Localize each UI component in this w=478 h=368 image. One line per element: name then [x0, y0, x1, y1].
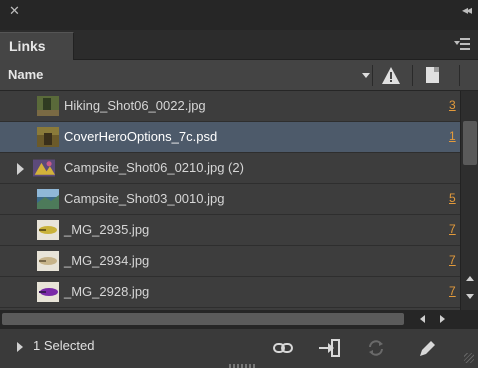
panel-menu-icon[interactable] — [454, 37, 470, 51]
links-panel: ✕ ◂◂ Links Name Hiking_Shot06_0022.jpg 3… — [0, 0, 478, 368]
selection-status: 1 Selected — [33, 338, 95, 353]
link-name: _MG_2935.jpg — [64, 222, 150, 237]
sort-arrow-icon[interactable] — [362, 73, 370, 78]
thumbnail-image — [37, 220, 59, 240]
column-divider[interactable] — [459, 65, 460, 86]
panel-title-strip: ✕ ◂◂ — [0, 0, 478, 30]
vertical-scrollbar[interactable] — [460, 91, 478, 310]
panel-footer: 1 Selected — [0, 328, 478, 368]
links-list: Hiking_Shot06_0022.jpg 3 CoverHeroOption… — [0, 91, 460, 310]
update-link-icon[interactable] — [365, 338, 387, 358]
link-name: _MG_2934.jpg — [64, 253, 150, 268]
thumbnail-image — [37, 251, 59, 271]
thumbnail-image — [37, 189, 59, 209]
thumbnail-image — [37, 127, 59, 147]
link-page-number[interactable]: 3 — [449, 98, 456, 112]
link-name: Campsite_Shot03_0010.jpg — [64, 191, 225, 206]
resize-corner[interactable] — [464, 353, 474, 363]
vertical-scroll-thumb[interactable] — [463, 121, 477, 165]
link-page-number[interactable]: 7 — [449, 253, 456, 267]
page-icon[interactable] — [426, 67, 439, 83]
tab-bar: Links — [0, 30, 478, 60]
tab-links-label: Links — [9, 38, 46, 54]
link-row[interactable]: Hiking_Shot06_0022.jpg 3 — [0, 91, 460, 122]
horizontal-scroll-thumb[interactable] — [2, 313, 404, 325]
tab-links[interactable]: Links — [0, 32, 74, 60]
horizontal-scrollbar[interactable] — [0, 310, 478, 328]
link-row[interactable]: _MG_2935.jpg 7 — [0, 215, 460, 246]
scroll-up-icon[interactable] — [466, 276, 474, 281]
link-row[interactable]: _MG_2928.jpg 7 — [0, 277, 460, 308]
link-page-number[interactable]: 7 — [449, 284, 456, 298]
column-divider[interactable] — [412, 65, 413, 86]
thumbnail-image — [33, 159, 55, 177]
scroll-down-icon[interactable] — [466, 294, 474, 299]
scroll-right-icon[interactable] — [440, 315, 445, 323]
link-row-group[interactable]: Campsite_Shot06_0210.jpg (2) — [0, 153, 460, 184]
column-header: Name — [0, 60, 478, 91]
go-to-link-icon[interactable] — [318, 338, 340, 358]
warning-icon[interactable] — [381, 66, 401, 85]
close-icon[interactable]: ✕ — [9, 3, 20, 19]
edit-original-icon[interactable] — [416, 338, 438, 358]
link-name: CoverHeroOptions_7c.psd — [64, 129, 218, 144]
thumbnail-image — [37, 96, 59, 116]
link-info-toggle-icon[interactable] — [17, 342, 23, 352]
thumbnail-image — [37, 282, 59, 302]
expand-triangle-icon[interactable] — [17, 163, 24, 175]
scroll-left-icon[interactable] — [420, 315, 425, 323]
link-name: _MG_2928.jpg — [64, 284, 150, 299]
link-name: Hiking_Shot06_0022.jpg — [64, 98, 206, 113]
link-row-selected[interactable]: CoverHeroOptions_7c.psd 1 — [0, 122, 460, 153]
relink-icon[interactable] — [272, 338, 294, 358]
link-row[interactable]: Campsite_Shot03_0010.jpg 5 — [0, 184, 460, 215]
link-row[interactable]: _MG_2934.jpg 7 — [0, 246, 460, 277]
column-name-label[interactable]: Name — [8, 67, 43, 82]
column-divider[interactable] — [372, 65, 373, 86]
link-page-number[interactable]: 1 — [449, 129, 456, 143]
link-page-number[interactable]: 7 — [449, 222, 456, 236]
resize-grip[interactable] — [229, 364, 257, 368]
link-name: Campsite_Shot06_0210.jpg (2) — [64, 160, 244, 175]
link-page-number[interactable]: 5 — [449, 191, 456, 205]
collapse-icon[interactable]: ◂◂ — [462, 3, 472, 17]
